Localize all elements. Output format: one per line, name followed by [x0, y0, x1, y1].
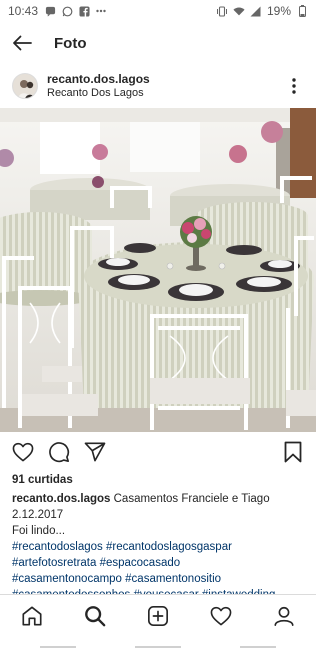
gesture-bar [0, 646, 316, 650]
hashtag-line[interactable]: #artefotosretrata #espacocasado [12, 555, 308, 571]
like-heart-icon[interactable] [10, 439, 36, 465]
wifi-icon [233, 5, 245, 17]
app-bar: Foto [0, 22, 316, 64]
whatsapp-icon [61, 5, 73, 17]
bottom-nav [0, 594, 316, 650]
post-photo[interactable] [0, 108, 316, 432]
avatar[interactable] [12, 73, 38, 99]
activity-heart-icon[interactable] [208, 603, 234, 629]
back-arrow-icon[interactable] [10, 31, 34, 55]
caption-username[interactable]: recanto.dos.lagos [12, 493, 110, 505]
caption-comment: Foi lindo... [12, 525, 66, 537]
comment-icon[interactable] [46, 439, 72, 465]
caption-line: recanto.dos.lagos Casamentos Franciele e… [12, 491, 308, 507]
search-icon[interactable] [82, 603, 108, 629]
home-icon[interactable] [19, 603, 45, 629]
battery-icon [296, 5, 308, 17]
post-location[interactable]: Recanto Dos Lagos [47, 86, 150, 100]
caption-date: 2.12.2017 [12, 509, 64, 521]
likes-count[interactable]: 91 curtidas [12, 472, 308, 488]
post-header: recanto.dos.lagos Recanto Dos Lagos [0, 64, 316, 108]
hashtag-line[interactable]: #recantodoslagos #recantodoslagosgaspar [12, 539, 308, 555]
status-bar: 10:43 19% [0, 0, 316, 22]
save-bookmark-icon[interactable] [280, 439, 306, 465]
post-actions [0, 436, 316, 468]
caption-text: Casamentos Franciele e Tiago [113, 493, 270, 505]
more-dots-icon [95, 5, 107, 17]
vibrate-icon [216, 5, 228, 17]
post-caption: 91 curtidas recanto.dos.lagos Casamentos… [12, 472, 308, 603]
add-post-icon[interactable] [145, 603, 171, 629]
more-options-icon[interactable] [284, 74, 304, 98]
hashtag-line[interactable]: #casamentonocampo #casamentonositio [12, 571, 308, 587]
battery-percent: 19% [266, 4, 291, 18]
signal-icon [250, 5, 262, 17]
status-time: 10:43 [8, 4, 39, 18]
profile-icon[interactable] [271, 603, 297, 629]
post-username[interactable]: recanto.dos.lagos [47, 72, 150, 86]
share-send-icon[interactable] [82, 439, 108, 465]
page-title: Foto [54, 34, 87, 52]
facebook-icon [78, 5, 90, 17]
chat-icon [44, 5, 56, 17]
